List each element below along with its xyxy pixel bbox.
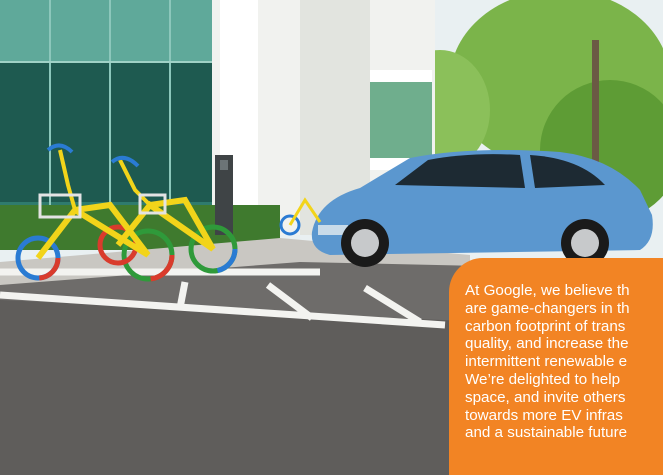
glass-facade bbox=[0, 0, 212, 220]
callout-line: quality, and increase the bbox=[465, 335, 629, 353]
callout-line: carbon footprint of trans bbox=[465, 317, 626, 335]
callout-line: intermittent renewable e bbox=[465, 353, 628, 371]
callout-text: At Google, we believe th are game-change… bbox=[465, 282, 663, 442]
callout-line: We’re delighted to help bbox=[465, 370, 621, 388]
info-callout: At Google, we believe th are game-change… bbox=[449, 258, 663, 475]
callout-line: At Google, we believe th bbox=[465, 282, 630, 299]
callout-line: and a sustainable future bbox=[465, 424, 628, 442]
callout-line: towards more EV infras bbox=[465, 406, 623, 424]
photo-frame: At Google, we believe th are game-change… bbox=[0, 0, 663, 475]
callout-line: are game-changers in th bbox=[465, 299, 630, 317]
charging-station bbox=[215, 155, 233, 235]
callout-line: space, and invite others bbox=[465, 388, 626, 406]
